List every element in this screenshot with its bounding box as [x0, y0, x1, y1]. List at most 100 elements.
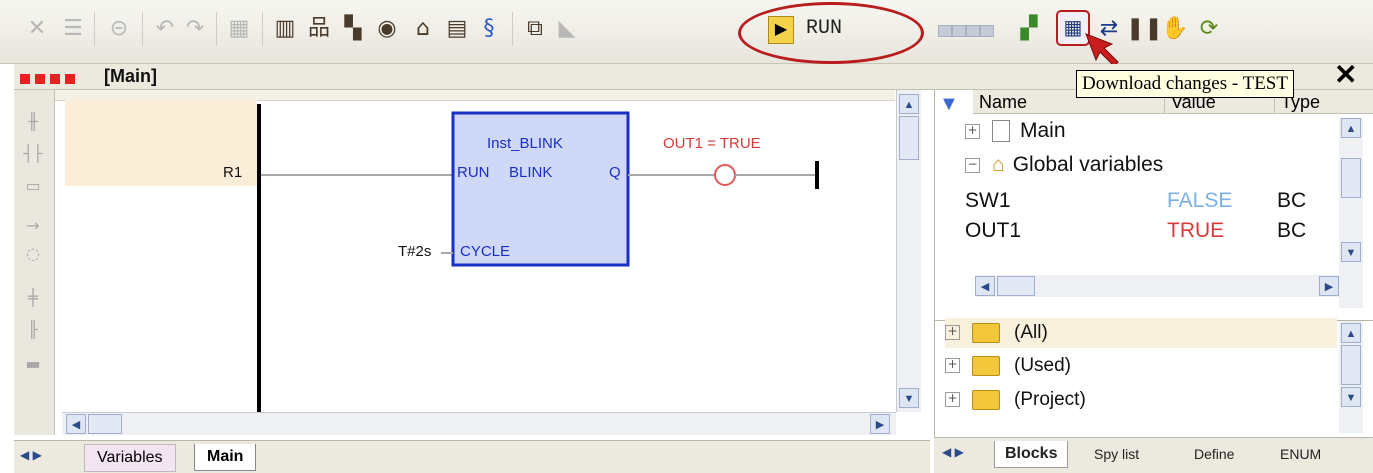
library-folder-used[interactable]: + (Used) — [945, 351, 1071, 381]
comment-tool-icon[interactable]: ▬ — [19, 352, 47, 376]
scroll-thumb[interactable] — [1341, 345, 1361, 385]
coil-status-label: OUT1 = TRUE — [663, 135, 761, 152]
home-icon[interactable]: ⌂ — [408, 14, 438, 44]
tab-enum[interactable]: ENUM — [1270, 441, 1331, 467]
variables-grid-icon[interactable]: ▥ — [270, 14, 300, 44]
library-folder-all[interactable]: + (All) — [945, 318, 1337, 348]
variable-value: FALSE — [1167, 189, 1233, 212]
parallel-contact-tool-icon[interactable]: ┤├ — [19, 142, 47, 166]
tooltip: Download changes - TEST — [1076, 70, 1294, 98]
contact-tool-icon[interactable]: ╫ — [19, 110, 47, 134]
expand-icon[interactable]: + — [945, 392, 960, 408]
branch-tool-icon[interactable]: ╟ — [19, 318, 47, 342]
folder-label: (Project) — [1014, 389, 1086, 410]
tree-node-main[interactable]: + Main — [965, 116, 1066, 146]
variables-panel: ▼ Name Value Type + Main − ⌂ Global variabl… — [934, 90, 1373, 320]
undo-icon[interactable]: ↶ — [150, 14, 180, 44]
online-change-icon[interactable]: ▞ — [1014, 14, 1044, 44]
toolbar-separator — [216, 12, 217, 46]
scroll-thumb[interactable] — [899, 116, 919, 160]
redo-icon[interactable]: ↷ — [180, 14, 210, 44]
scroll-up-icon[interactable]: ▲ — [1341, 323, 1361, 343]
status-highlight-oval — [738, 2, 924, 64]
close-icon[interactable]: ✕ — [1334, 60, 1357, 90]
toolbar-separator — [94, 12, 95, 46]
status-led — [980, 25, 994, 37]
library-tab-bar: ◀ ▶ Blocks Spy list Define ENUM — [934, 437, 1373, 473]
scroll-thumb[interactable] — [88, 414, 122, 434]
spy-icon[interactable]: § — [474, 14, 504, 44]
variable-row-out1[interactable]: OUT1 — [965, 216, 1021, 246]
rung-tool-icon[interactable]: ╪ — [19, 286, 47, 310]
tab-main[interactable]: Main — [194, 444, 257, 471]
build-icon[interactable]: ◣ — [552, 14, 582, 44]
bus-config-icon[interactable]: ▤ — [442, 14, 472, 44]
contact-label: R1 — [223, 164, 243, 181]
scroll-right-icon[interactable]: ▶ — [870, 414, 890, 434]
toolbar-separator — [142, 12, 143, 46]
library-panel: + (All) + (Used) + (Project) ▲ ▼ — [934, 318, 1373, 438]
ladder-tools-sidebar: ╫ ┤├ ▭ → ◌ ╪ ╟ ▬ — [14, 90, 55, 435]
properties-icon[interactable]: ◉ — [372, 14, 402, 44]
scroll-down-icon[interactable]: ▼ — [1341, 387, 1361, 407]
copy-list-icon[interactable]: ☰ — [58, 14, 88, 44]
tab-scroll-left-icon[interactable]: ◀ ▶ — [20, 448, 42, 462]
ladder-diagram-canvas[interactable]: R1 Inst_BLINK RUN BLINK Q CYCLE T#2s OUT… — [55, 90, 895, 412]
editor-title: [Main] — [104, 66, 157, 86]
jump-tool-icon[interactable]: ◌ — [19, 242, 47, 266]
scroll-down-icon[interactable]: ▼ — [1341, 242, 1361, 262]
out1-coil[interactable] — [714, 164, 736, 186]
library-vertical-scrollbar[interactable]: ▲ ▼ — [1339, 321, 1363, 433]
tab-spy-list[interactable]: Spy list — [1084, 441, 1149, 467]
tab-variables[interactable]: Variables — [84, 444, 176, 472]
pause-icon[interactable]: ❚❚ — [1126, 14, 1163, 44]
link-icon[interactable]: ⊝ — [104, 14, 134, 44]
insert-grid-icon[interactable]: ▦ — [224, 14, 254, 44]
variables-horizontal-scrollbar[interactable]: ◀ ▶ — [975, 275, 1345, 297]
scroll-thumb[interactable] — [997, 276, 1035, 296]
cycle-icon[interactable]: ⟳ — [1194, 14, 1224, 44]
breakpoint-icon[interactable]: ✋ — [1160, 14, 1190, 44]
scroll-left-icon[interactable]: ◀ — [975, 276, 995, 296]
expand-icon[interactable]: + — [965, 123, 980, 139]
delete-icon[interactable]: ✕ — [22, 14, 52, 44]
library-folder-project[interactable]: + (Project) — [945, 385, 1086, 415]
tab-scroll-left-icon[interactable]: ◀ ▶ — [942, 445, 964, 459]
tab-define[interactable]: Define — [1184, 441, 1244, 467]
coil-tool-icon[interactable]: → — [19, 214, 47, 238]
folder-icon — [972, 355, 1000, 376]
scroll-up-icon[interactable]: ▲ — [1341, 118, 1361, 138]
main-toolbar: ✕ ☰ ⊝ ↶ ↷ ▦ ▥ 品 ▚ ◉ ⌂ ▤ § ⧉ ◣ ▶ RUN ▞ ▦ … — [0, 0, 1373, 64]
diagram-vertical-scrollbar[interactable]: ▲ ▼ — [896, 90, 921, 412]
collapse-icon[interactable]: − — [965, 157, 980, 173]
block-output-q: Q — [609, 164, 621, 181]
tab-blocks[interactable]: Blocks — [994, 441, 1069, 468]
tree-node-global-variables[interactable]: − ⌂ Global variables — [965, 150, 1163, 180]
variable-type: BC — [1277, 219, 1307, 242]
block-tool-icon[interactable]: ▭ — [19, 174, 47, 198]
scroll-up-icon[interactable]: ▲ — [899, 94, 919, 114]
expand-icon[interactable]: + — [945, 358, 960, 374]
folder-label: (Used) — [1014, 355, 1072, 376]
scroll-thumb[interactable] — [1341, 158, 1361, 198]
hierarchy-icon[interactable]: 品 — [304, 14, 334, 44]
folder-icon — [972, 322, 1000, 343]
variable-row-sw1[interactable]: SW1 — [965, 186, 1011, 216]
expand-icon[interactable]: + — [945, 325, 960, 341]
block-input-run: RUN — [457, 164, 490, 181]
diagram-horizontal-scrollbar[interactable]: ◀ ▶ — [62, 412, 896, 435]
windows-icon[interactable]: ⧉ — [520, 14, 550, 44]
filter-icon[interactable]: ▼ — [939, 93, 959, 116]
block-input-cycle: CYCLE — [460, 243, 511, 260]
scroll-left-icon[interactable]: ◀ — [66, 414, 86, 434]
scroll-down-icon[interactable]: ▼ — [899, 388, 919, 408]
status-led — [952, 25, 966, 37]
editor-tab-bar: ◀ ▶ Variables Main — [14, 440, 930, 473]
variable-value: TRUE — [1167, 219, 1225, 242]
title-drag-handle[interactable] — [20, 71, 96, 84]
scroll-right-icon[interactable]: ▶ — [1319, 276, 1339, 296]
document-icon — [992, 120, 1010, 143]
block-type: BLINK — [509, 164, 553, 181]
io-wiring-icon[interactable]: ▚ — [338, 14, 368, 44]
variable-type: BC — [1277, 189, 1307, 212]
